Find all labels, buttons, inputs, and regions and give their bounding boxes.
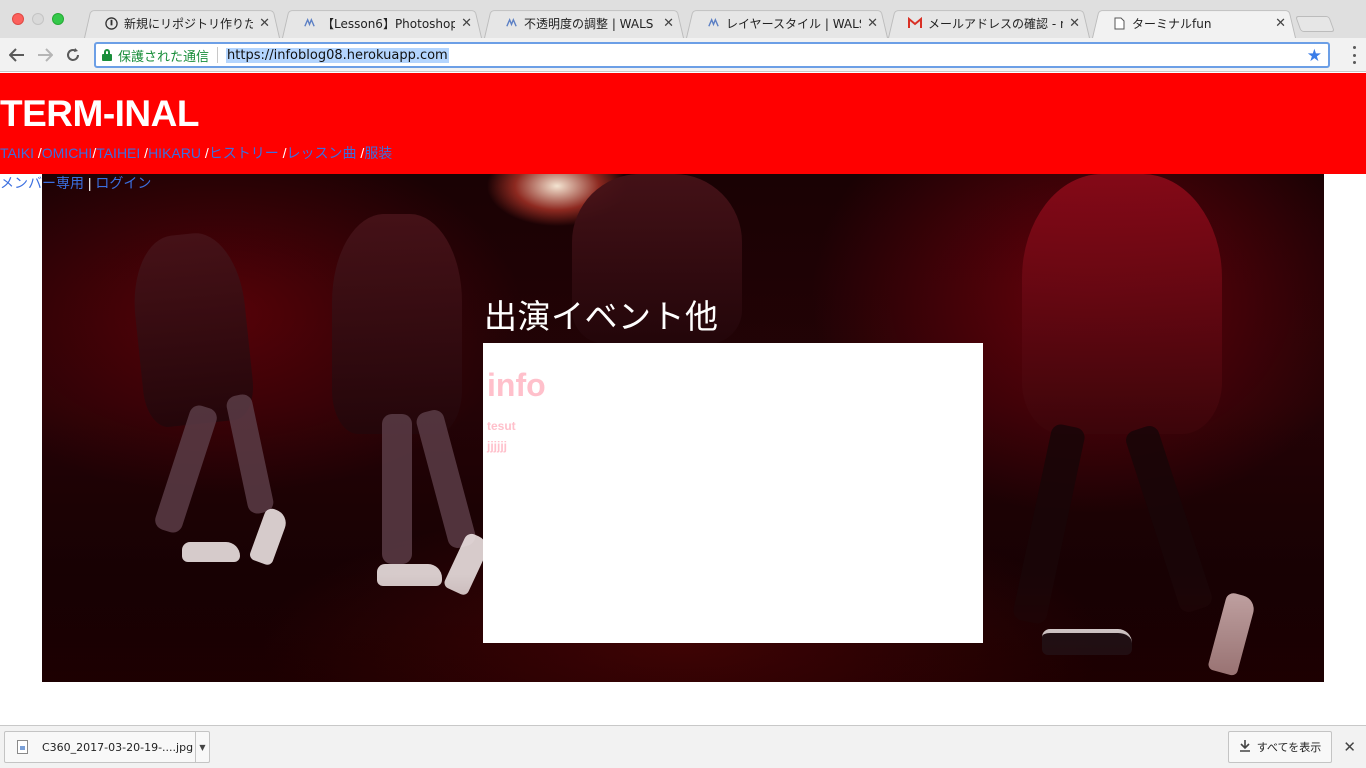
image-file-icon — [17, 740, 28, 754]
reload-icon — [67, 48, 79, 61]
download-shelf: C360_2017-03-20-19-....jpg ▼ すべてを表示 ✕ — [0, 725, 1366, 768]
wals-icon — [706, 16, 720, 30]
tab-close-icon[interactable]: ✕ — [1069, 16, 1080, 31]
login-link[interactable]: ログイン — [95, 175, 151, 191]
secure-connection-label[interactable]: 保護された通信 — [118, 46, 209, 65]
dancer-figure — [414, 407, 478, 551]
members-only-link[interactable]: メンバー専用 — [0, 175, 84, 191]
site-nav: TAIKI /OMICHI/TAIHEI /HIKARU /ヒストリー /レッス… — [0, 143, 392, 163]
page-viewport: TERM-INAL TAIKI /OMICHI/TAIHEI /HIKARU /… — [0, 73, 1366, 725]
nav-link-omichi[interactable]: OMICHI — [42, 145, 93, 161]
address-divider — [217, 47, 219, 63]
tab-title: 不透明度の調整 | WALS — [524, 16, 654, 31]
info-box: info tesut jjjjjj — [483, 343, 983, 643]
tab-lesson6[interactable]: 【Lesson6】Photoshopの ✕ — [282, 8, 482, 38]
nav-link-clothing[interactable]: 服装 — [364, 145, 392, 161]
nav-link-hikaru[interactable]: HIKARU — [148, 145, 201, 161]
browser-menu-icon[interactable] — [1352, 46, 1356, 64]
back-arrow-icon — [9, 48, 24, 62]
url-text[interactable]: https://infoblog08.herokuapp.com — [226, 47, 449, 63]
tab-repository[interactable]: 新規にリポジトリ作りたい ✕ — [84, 8, 280, 38]
tab-strip: 新規にリポジトリ作りたい ✕ 【Lesson6】Photoshopの ✕ 不透明… — [0, 0, 1366, 38]
forward-arrow-icon — [38, 48, 53, 62]
tab-title: メールアドレスの確認 - na — [928, 16, 1064, 31]
wals-icon — [504, 16, 518, 30]
wals-icon — [302, 16, 316, 30]
dancer-figure — [224, 392, 276, 516]
bookmark-star-icon[interactable]: ★ — [1307, 46, 1322, 66]
tab-close-icon[interactable]: ✕ — [867, 16, 878, 31]
tab-title: ターミナルfun — [1132, 16, 1212, 31]
address-bar[interactable]: 保護された通信 https://infoblog08.herokuapp.com… — [94, 42, 1330, 68]
nav-link-history[interactable]: ヒストリー — [209, 145, 279, 161]
tab-close-icon[interactable]: ✕ — [259, 16, 270, 31]
tab-email-confirm[interactable]: メールアドレスの確認 - na ✕ — [888, 8, 1090, 38]
member-separator: | — [87, 175, 92, 191]
download-icon — [1239, 739, 1251, 756]
tab-close-icon[interactable]: ✕ — [461, 16, 472, 31]
show-all-label: すべてを表示 — [1256, 741, 1322, 754]
browser-toolbar: 保護された通信 https://infoblog08.herokuapp.com… — [0, 38, 1366, 72]
tab-close-icon[interactable]: ✕ — [663, 16, 674, 31]
tab-layer-style[interactable]: レイヤースタイル | WALS ✕ — [686, 8, 888, 38]
info-entry[interactable]: jjjjjj — [487, 439, 507, 453]
dancer-figure — [248, 506, 290, 567]
show-all-downloads-button[interactable]: すべてを表示 — [1228, 731, 1332, 763]
nav-link-taiki[interactable]: TAIKI — [0, 145, 34, 161]
dancer-figure — [1022, 174, 1222, 434]
tab-title: 【Lesson6】Photoshopの — [322, 16, 456, 31]
reload-button[interactable] — [62, 44, 84, 66]
document-icon — [1112, 16, 1126, 30]
dancer-figure — [182, 542, 240, 562]
site-header: TERM-INAL TAIKI /OMICHI/TAIHEI /HIKARU /… — [0, 73, 1366, 174]
tab-terminal-fun[interactable]: ターミナルfun ✕ — [1092, 8, 1296, 38]
info-entry[interactable]: tesut — [487, 419, 516, 433]
info-title: info — [487, 367, 546, 403]
download-file-name: C360_2017-03-20-19-....jpg — [42, 740, 194, 754]
nav-link-taihei[interactable]: TAIHEI — [96, 145, 140, 161]
tab-title: 新規にリポジトリ作りたい — [124, 16, 254, 31]
github-icon — [104, 16, 118, 30]
new-tab-button[interactable] — [1295, 16, 1335, 32]
tab-title: レイヤースタイル | WALS — [726, 16, 862, 31]
back-button[interactable] — [6, 44, 28, 66]
tab-close-icon[interactable]: ✕ — [1275, 16, 1286, 31]
close-shelf-icon[interactable]: ✕ — [1343, 738, 1356, 756]
tab-opacity[interactable]: 不透明度の調整 | WALS ✕ — [484, 8, 684, 38]
gmail-icon — [908, 16, 922, 30]
forward-button[interactable] — [34, 44, 56, 66]
dancer-figure — [382, 414, 412, 564]
member-bar: メンバー専用 | ログイン — [0, 173, 151, 193]
dancer-figure — [332, 214, 462, 434]
download-menu-caret-icon[interactable]: ▼ — [195, 732, 209, 762]
events-heading: 出演イベント他 — [484, 297, 719, 336]
site-title: TERM-INAL — [0, 93, 199, 134]
lock-icon — [102, 49, 112, 61]
nav-link-lesson-songs[interactable]: レッスン曲 — [287, 145, 357, 161]
download-item[interactable]: C360_2017-03-20-19-....jpg ▼ — [4, 731, 210, 763]
